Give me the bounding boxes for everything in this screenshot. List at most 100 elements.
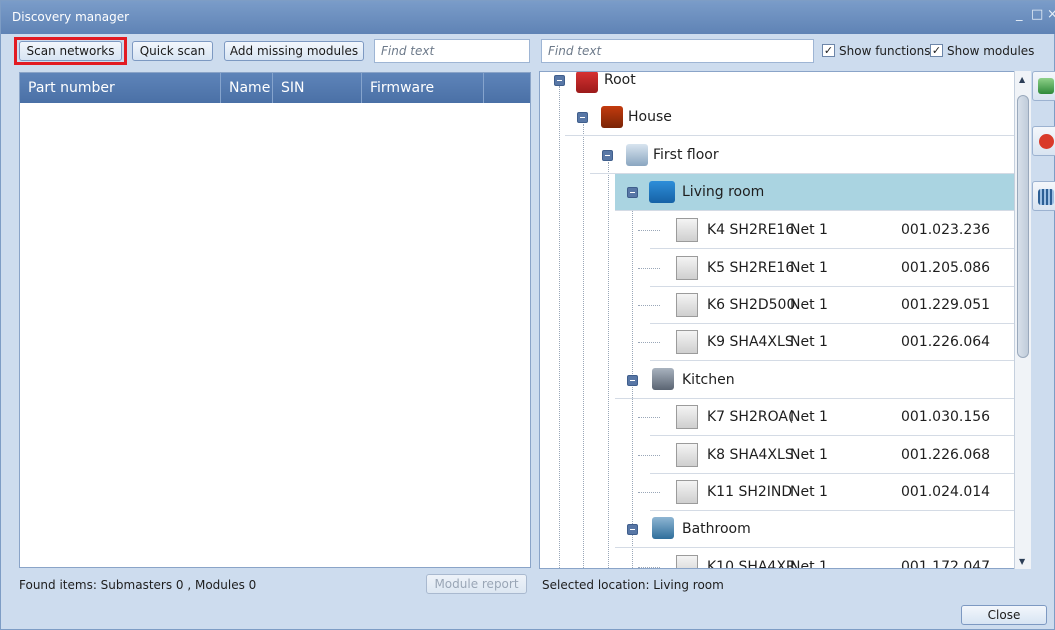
tree-scrollbar[interactable]: ▲ ▼ <box>1014 71 1031 569</box>
module-net: Net 1 <box>790 559 828 569</box>
module-net: Net 1 <box>790 447 828 463</box>
tree-guide-line <box>608 162 609 568</box>
tree-item-kitchen[interactable]: Kitchen <box>615 362 1015 399</box>
collapse-icon[interactable] <box>577 112 588 123</box>
tree-label: Bathroom <box>682 521 751 537</box>
collapse-icon[interactable] <box>554 75 565 86</box>
module-code: K8 SHA4XLS <box>707 447 794 463</box>
module-net: Net 1 <box>790 260 828 276</box>
collapse-icon[interactable] <box>627 524 638 535</box>
column-name[interactable]: Name <box>221 73 273 103</box>
grid-header: Part number Name SIN Firmware revision <box>20 73 530 126</box>
room-icon <box>649 181 675 203</box>
tree-item-module[interactable]: K4 SH2RE16 Net 1 001.023.236 <box>638 212 1015 249</box>
column-firmware-revision[interactable]: Firmware revision <box>362 73 484 126</box>
maximize-icon[interactable]: □ <box>1031 7 1043 22</box>
kitchen-icon <box>652 368 674 390</box>
module-sin: 001.030.156 <box>901 409 991 425</box>
window-title: Discovery manager <box>12 10 130 24</box>
stop-icon <box>1039 134 1054 149</box>
module-report-button[interactable]: Module report <box>426 574 527 594</box>
scan-networks-button[interactable]: Scan networks <box>19 41 122 61</box>
tree-label: Root <box>604 72 636 88</box>
found-items-status: Found items: Submasters 0 , Modules 0 <box>19 578 257 592</box>
close-window-icon[interactable]: × <box>1047 7 1055 22</box>
tree-item-module[interactable]: K5 SH2RE16 Net 1 001.205.086 <box>638 250 1015 287</box>
tree-item-module[interactable]: K10 SHA4XR Net 1 001.172.047 <box>638 549 1015 569</box>
tree-guide-line <box>638 342 660 343</box>
house-icon <box>601 106 623 128</box>
close-button[interactable]: Close <box>961 605 1047 625</box>
quick-scan-button[interactable]: Quick scan <box>132 41 213 61</box>
tree-item-module[interactable]: K8 SHA4XLS Net 1 001.226.068 <box>638 437 1015 474</box>
module-icon <box>676 405 698 429</box>
tree-label: Living room <box>682 184 765 200</box>
module-code: K10 SHA4XR <box>707 559 796 569</box>
module-icon <box>676 480 698 504</box>
tree-item-module[interactable]: K6 SH2D500 Net 1 001.229.051 <box>638 287 1015 324</box>
collapse-icon[interactable] <box>627 375 638 386</box>
right-find-input[interactable]: Find text <box>541 39 814 63</box>
tree-guide-line <box>638 268 660 269</box>
discovery-manager-window: Discovery manager _ □ × Scan networks Qu… <box>0 0 1055 630</box>
module-icon <box>676 256 698 280</box>
collapse-icon[interactable] <box>627 187 638 198</box>
tree-item-first-floor[interactable]: First floor <box>590 137 1015 174</box>
module-net: Net 1 <box>790 297 828 313</box>
module-net: Net 1 <box>790 409 828 425</box>
collapse-icon[interactable] <box>602 150 613 161</box>
title-bar: Discovery manager _ □ × <box>1 1 1055 34</box>
scan-tool-icon <box>1038 78 1054 94</box>
tree-item-module[interactable]: K11 SH2IND Net 1 001.024.014 <box>638 474 1015 511</box>
module-sin: 001.024.014 <box>901 484 991 500</box>
tree-item-bathroom[interactable]: Bathroom <box>615 511 1015 548</box>
tree-guide-line <box>638 567 660 568</box>
module-code: K5 SH2RE16 <box>707 260 795 276</box>
minimize-icon[interactable]: _ <box>1016 7 1023 22</box>
tree-item-house[interactable]: House <box>565 99 1015 136</box>
stop-button[interactable] <box>1032 126 1055 156</box>
module-sin: 001.226.068 <box>901 447 991 463</box>
column-part-number[interactable]: Part number <box>20 73 221 103</box>
module-code: K9 SHA4XLS <box>707 334 794 350</box>
module-icon <box>676 218 698 242</box>
modules-grid: Part number Name SIN Firmware revision <box>19 72 531 568</box>
tree-item-module[interactable]: K7 SH2ROA( Net 1 001.030.156 <box>638 399 1015 436</box>
tree-guide-line <box>638 305 660 306</box>
network-icon <box>1038 189 1054 205</box>
tree-item-living-room[interactable]: Living room <box>615 174 1015 211</box>
module-net: Net 1 <box>790 484 828 500</box>
column-sin[interactable]: SIN <box>273 73 362 103</box>
bathroom-icon <box>652 517 674 539</box>
show-modules-label: Show modules <box>947 44 1035 58</box>
add-missing-modules-button[interactable]: Add missing modules <box>224 41 364 61</box>
module-icon <box>676 443 698 467</box>
tree-item-module[interactable]: K9 SHA4XLS Net 1 001.226.064 <box>638 324 1015 361</box>
tree-guide-line <box>638 230 660 231</box>
module-sin: 001.172.047 <box>901 559 991 569</box>
tree-tool-button[interactable] <box>1032 71 1055 101</box>
left-find-input[interactable]: Find text <box>374 39 530 63</box>
show-functions-checkbox[interactable]: ✓ <box>822 44 835 57</box>
module-sin: 001.229.051 <box>901 297 991 313</box>
root-icon <box>576 72 598 93</box>
module-net: Net 1 <box>790 334 828 350</box>
tree-label: Kitchen <box>682 372 735 388</box>
module-icon <box>676 293 698 317</box>
module-sin: 001.226.064 <box>901 334 991 350</box>
module-icon <box>676 555 698 568</box>
module-code: K6 SH2D500 <box>707 297 796 313</box>
module-sin: 001.205.086 <box>901 260 991 276</box>
floor-icon <box>626 144 648 166</box>
module-code: K7 SH2ROA( <box>707 409 794 425</box>
scroll-up-icon[interactable]: ▲ <box>1019 75 1025 84</box>
scroll-down-icon[interactable]: ▼ <box>1019 557 1025 566</box>
module-icon <box>676 330 698 354</box>
scrollbar-thumb[interactable] <box>1017 95 1029 358</box>
module-code: K4 SH2RE16 <box>707 222 795 238</box>
show-modules-checkbox[interactable]: ✓ <box>930 44 943 57</box>
tree-guide-line <box>559 86 560 568</box>
tree-guide-line <box>638 455 660 456</box>
network-button[interactable] <box>1032 181 1055 211</box>
tree-item-root[interactable]: Root <box>540 72 1015 102</box>
